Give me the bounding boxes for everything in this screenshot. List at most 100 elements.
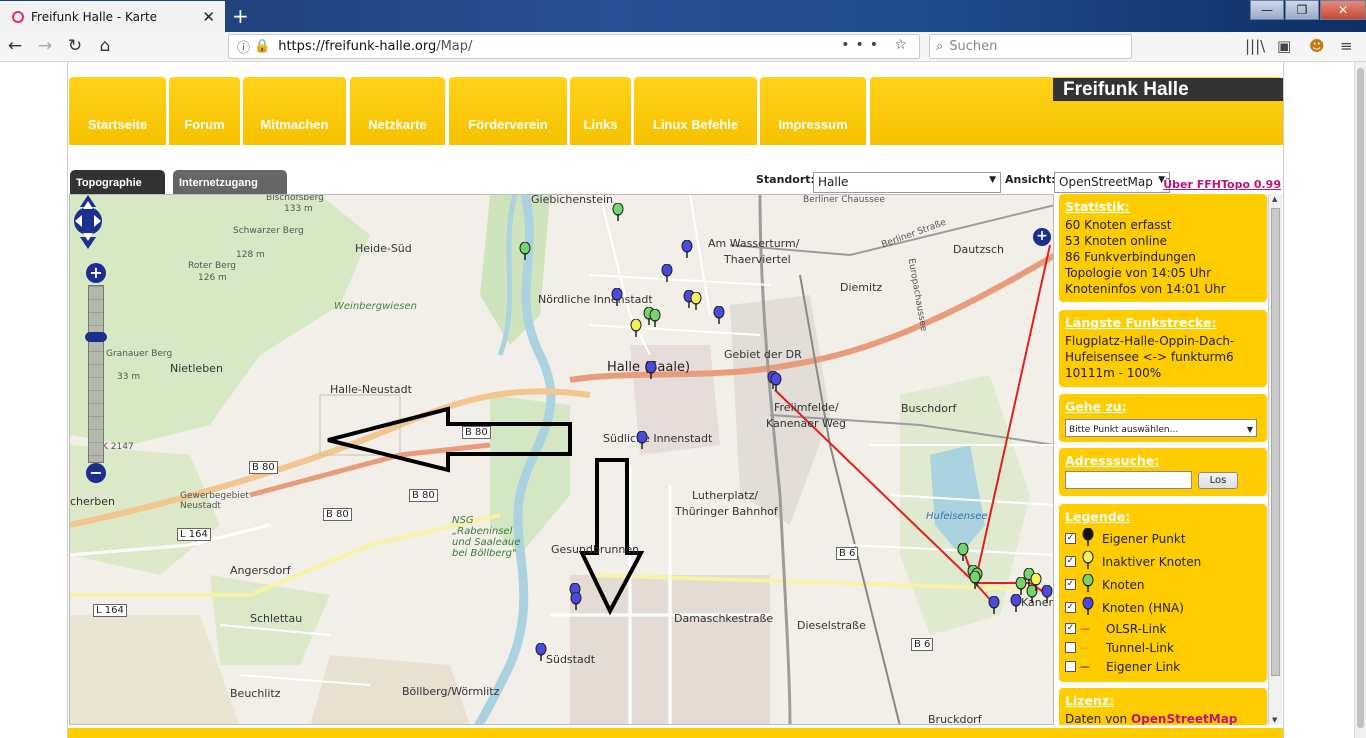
- lock-warning-icon[interactable]: 🔒: [254, 39, 270, 54]
- road-label: L 164: [93, 604, 127, 617]
- zoom-bar[interactable]: + −: [85, 263, 107, 484]
- window-close-button[interactable]: ✕: [1320, 0, 1366, 20]
- legend-checkbox[interactable]: [1065, 642, 1076, 653]
- sidebar-icon[interactable]: ▣: [1277, 37, 1291, 55]
- sidebar-scroll-thumb[interactable]: [1271, 208, 1280, 676]
- zoom-slider[interactable]: [88, 285, 104, 463]
- about-ffhtopo-link[interactable]: Über FFHTopo 0.99: [1163, 178, 1281, 191]
- node-pin-icon[interactable]: [630, 319, 642, 337]
- map-canvas[interactable]: Giebichenstein Bischofsberg 133 m Heide-…: [69, 194, 1054, 725]
- node-pin-icon[interactable]: [570, 592, 582, 610]
- nav-foerderverein[interactable]: Förderverein: [449, 77, 567, 145]
- standort-label: Standort:: [756, 173, 815, 186]
- gehe-zu-value: Bitte Punkt auswählen...: [1069, 425, 1179, 435]
- browser-tab[interactable]: Freifunk Halle - Karte ✕: [0, 1, 225, 32]
- node-pin-icon[interactable]: [681, 240, 693, 258]
- node-pin-icon[interactable]: [661, 264, 673, 282]
- legend-checkbox[interactable]: ✓: [1065, 556, 1076, 567]
- nav-forum[interactable]: Forum: [169, 77, 240, 145]
- legend-item[interactable]: ✓ Knoten (HNA): [1065, 596, 1261, 619]
- url-bar[interactable]: ⓘ 🔒 https://freifunk-halle.org /Map/ •••…: [228, 34, 920, 59]
- legend-line-item[interactable]: --- Tunnel-Link: [1065, 638, 1261, 657]
- add-node-icon[interactable]: +: [1033, 228, 1051, 246]
- map-label: Gewerbegebiet Neustadt: [180, 491, 249, 511]
- legend-item[interactable]: ✓ Inaktiver Knoten: [1065, 550, 1261, 573]
- nav-impressum[interactable]: Impressum: [760, 77, 866, 145]
- node-pin-icon[interactable]: [957, 543, 969, 561]
- node-pin-icon[interactable]: [1041, 585, 1053, 603]
- library-icon[interactable]: |||\: [1245, 37, 1265, 55]
- map-pin-icon: [1080, 573, 1096, 596]
- legend-item[interactable]: ✓ Knoten: [1065, 573, 1261, 596]
- zoom-out-button[interactable]: −: [86, 463, 106, 483]
- home-icon[interactable]: ⌂: [94, 36, 116, 56]
- node-pin-icon[interactable]: [690, 292, 702, 310]
- menu-icon[interactable]: ≡: [1340, 37, 1353, 55]
- node-pin-icon[interactable]: [611, 288, 623, 306]
- url-host: https://freifunk-halle.org: [278, 39, 437, 54]
- node-pin-icon[interactable]: [988, 596, 1000, 614]
- minimize-button[interactable]: —: [1250, 0, 1284, 20]
- ansicht-select[interactable]: OpenStreetMap ▼: [1054, 172, 1170, 193]
- stat-line: 53 Knoten online: [1065, 234, 1168, 248]
- legend-line-item[interactable]: --- Eigener Link: [1065, 657, 1261, 676]
- node-pin-icon[interactable]: [713, 306, 725, 324]
- node-pin-icon[interactable]: [519, 242, 531, 260]
- pan-control[interactable]: [70, 195, 106, 249]
- tab-topographie[interactable]: Topographie: [70, 170, 165, 194]
- node-pin-icon[interactable]: [649, 309, 661, 327]
- search-input[interactable]: ⌕ Suchen: [929, 34, 1132, 59]
- legend-checkbox[interactable]: ✓: [1065, 579, 1076, 590]
- node-pin-icon[interactable]: [535, 643, 547, 661]
- longest-link-heading[interactable]: Längste Funkstrecke:: [1065, 315, 1261, 331]
- info-icon[interactable]: ⓘ: [237, 37, 250, 56]
- forward-arrow-icon[interactable]: →: [34, 36, 56, 56]
- legend-checkbox[interactable]: ✓: [1065, 623, 1076, 634]
- maximize-button[interactable]: ❐: [1285, 0, 1319, 20]
- nav-linux-befehle[interactable]: Linux Befehle: [634, 77, 757, 145]
- map-label: Heide-Süd: [355, 242, 412, 255]
- los-button[interactable]: Los: [1198, 472, 1238, 489]
- node-pin-icon[interactable]: [969, 571, 981, 589]
- node-pin-icon[interactable]: [645, 361, 657, 379]
- map-label: Freiimfelde/: [774, 401, 839, 414]
- legend-checkbox[interactable]: [1065, 661, 1076, 672]
- legend-checkbox[interactable]: ✓: [1065, 533, 1076, 544]
- osm-link[interactable]: OpenStreetMap: [1131, 712, 1237, 725]
- map-label: Thüringer Bahnhof: [675, 505, 778, 518]
- legend-list: ✓ Eigener Punkt ✓ Inaktiver Knoten ✓ Knoten ✓ K…: [1065, 527, 1261, 676]
- legend-checkbox[interactable]: ✓: [1065, 602, 1076, 613]
- gehe-zu-select[interactable]: Bitte Punkt auswählen... ▼: [1065, 419, 1257, 437]
- sidebar-scrollbar[interactable]: ▲ ▼: [1268, 194, 1282, 725]
- nav-netzkarte[interactable]: Netzkarte: [350, 77, 445, 145]
- browser-navbar: ← → ↻ ⌂ ⓘ 🔒 https://freifunk-halle.org /…: [0, 32, 1366, 62]
- node-pin-icon[interactable]: [1010, 594, 1022, 612]
- scroll-up-icon[interactable]: ▲: [1272, 195, 1277, 203]
- extension-icon[interactable]: ☻: [1309, 37, 1325, 55]
- back-arrow-icon[interactable]: ←: [4, 36, 26, 56]
- scroll-down-icon[interactable]: ▼: [1272, 716, 1277, 724]
- legend-item[interactable]: ✓ Eigener Punkt: [1065, 527, 1261, 550]
- new-tab-button[interactable]: +: [232, 4, 249, 28]
- node-pin-icon[interactable]: [612, 203, 624, 221]
- stat-line: Knoteninfos von 14:01 Uhr: [1065, 282, 1226, 296]
- standort-select[interactable]: Halle ▼: [813, 172, 1001, 193]
- page-actions-icon[interactable]: ••• ☆: [841, 37, 913, 53]
- ansicht-value: OpenStreetMap: [1059, 175, 1153, 189]
- lizenz-text: Daten von: [1065, 712, 1128, 725]
- address-search-input[interactable]: [1065, 471, 1192, 489]
- tab-internetzugang[interactable]: Internetzugang: [173, 170, 287, 194]
- reload-icon[interactable]: ↻: [64, 36, 86, 56]
- page-scrollbar[interactable]: [1354, 62, 1366, 738]
- node-pin-icon[interactable]: [636, 431, 648, 449]
- node-pin-icon[interactable]: [770, 373, 782, 391]
- nav-startseite[interactable]: Startseite: [69, 77, 166, 145]
- nav-mitmachen[interactable]: Mitmachen: [243, 77, 346, 145]
- nav-links[interactable]: Links: [570, 77, 631, 145]
- legend-line-item[interactable]: ✓ --- OLSR-Link: [1065, 619, 1261, 638]
- statistik-heading[interactable]: Statistik:: [1065, 199, 1261, 215]
- zoom-in-button[interactable]: +: [86, 263, 106, 283]
- zoom-slider-knob[interactable]: [85, 332, 107, 342]
- tab-close-icon[interactable]: ✕: [202, 8, 215, 26]
- map-label: Weinbergwiesen: [334, 301, 417, 312]
